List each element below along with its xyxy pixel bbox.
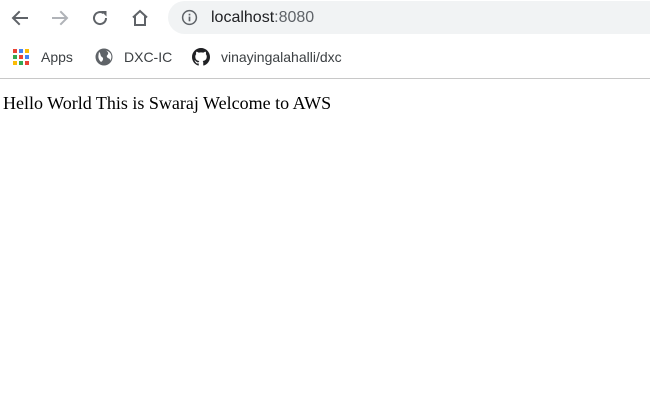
bookmark-dxc-ic[interactable]: DXC-IC xyxy=(95,38,172,76)
arrow-left-icon xyxy=(11,10,28,26)
reload-icon xyxy=(93,11,108,26)
url-host: localhost xyxy=(211,9,275,26)
globe-icon xyxy=(95,48,113,66)
reload-button[interactable] xyxy=(85,3,115,33)
bookmark-github-dxc[interactable]: vinayingalahalli/dxc xyxy=(192,38,342,76)
bookmark-apps[interactable]: Apps xyxy=(12,38,73,76)
browser-toolbar: localhost:8080 xyxy=(0,0,650,36)
forward-button[interactable] xyxy=(45,3,75,33)
arrow-right-icon xyxy=(52,10,69,26)
home-button[interactable] xyxy=(125,3,155,33)
apps-grid-icon xyxy=(13,49,29,65)
address-bar[interactable]: localhost:8080 xyxy=(168,1,650,34)
url-text[interactable]: localhost:8080 xyxy=(211,7,314,28)
page-body-text: Hello World This is Swaraj Welcome to AW… xyxy=(3,93,332,113)
bookmark-label: Apps xyxy=(41,49,73,65)
bookmarks-bar: Apps DXC-IC vinayingalahalli/dxc xyxy=(0,38,650,76)
url-port: :8080 xyxy=(274,9,315,26)
home-icon xyxy=(132,9,148,26)
info-icon[interactable] xyxy=(181,9,198,26)
github-icon xyxy=(192,48,210,66)
bookmark-label: DXC-IC xyxy=(124,49,173,65)
bookmark-label: vinayingalahalli/dxc xyxy=(221,49,342,65)
back-button[interactable] xyxy=(5,3,35,33)
page-content: Hello World This is Swaraj Welcome to AW… xyxy=(0,79,650,417)
